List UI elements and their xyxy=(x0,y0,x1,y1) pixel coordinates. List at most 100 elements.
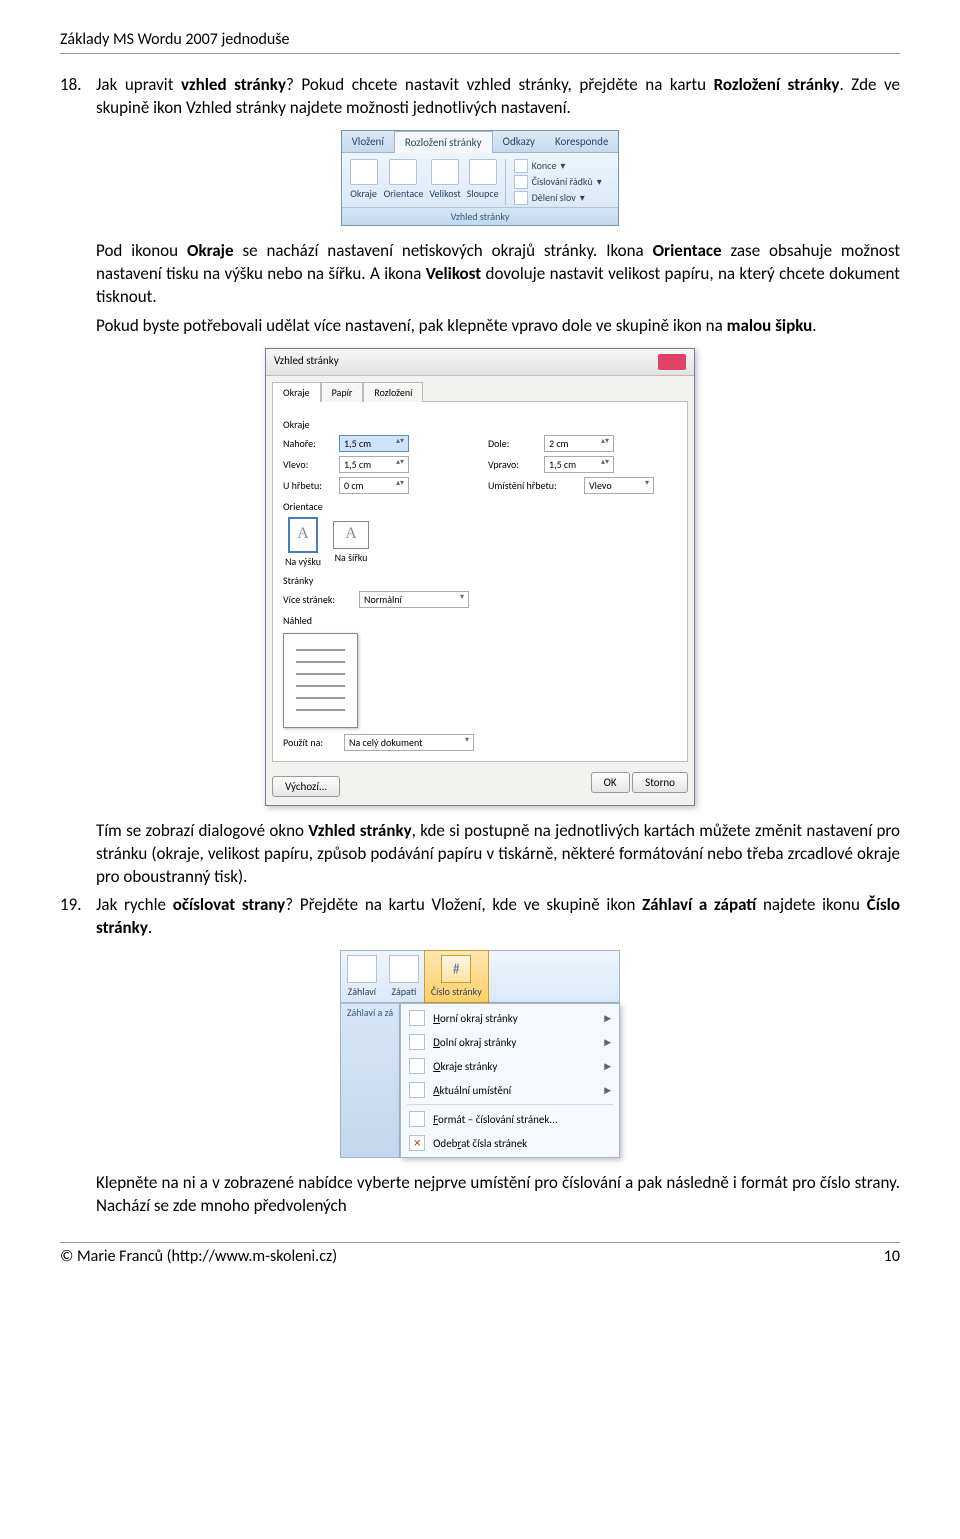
page-footer: © Marie Franců (http://www.m-skoleni.cz)… xyxy=(60,1242,900,1266)
apply-to-select[interactable]: Na celý dokument▾ xyxy=(344,734,474,751)
footer-page-number: 10 xyxy=(884,1247,900,1266)
page-icon xyxy=(409,1034,425,1050)
dialog-title: Vzhled stránky xyxy=(274,354,339,370)
dialog-titlebar: Vzhled stránky xyxy=(266,349,694,376)
field-label: Dole: xyxy=(488,437,538,450)
field-label: Použít na: xyxy=(283,736,338,749)
field-label: Vlevo: xyxy=(283,458,333,471)
item-number: 19. xyxy=(60,894,96,940)
page-number-menu: Horní okraj stránky ▶ Dolní okraj stránky ▶… xyxy=(400,1003,620,1158)
menu-item-label: Okraje stránky xyxy=(433,1060,497,1073)
menu-item[interactable]: Dolní okraj stránky ▶ xyxy=(403,1030,617,1054)
dialog-tab-margins[interactable]: Okraje xyxy=(272,382,321,402)
list-item-18: 18. Jak upravit vzhled stránky? Pokud ch… xyxy=(60,74,900,120)
top-margin-input[interactable]: 1,5 cm▴▾ xyxy=(339,435,409,452)
group-label: Stránky xyxy=(283,574,677,587)
page-number-icon xyxy=(441,955,471,983)
default-button[interactable]: Výchozí... xyxy=(272,776,340,797)
menu-item-label: Dolní okraj stránky xyxy=(433,1036,516,1049)
list-item-19: 19. Jak rychle očíslovat strany? Přejdět… xyxy=(60,894,900,940)
ribbon-button-page-number[interactable]: Číslo stránky xyxy=(424,950,489,1003)
gutter-input[interactable]: 0 cm▴▾ xyxy=(339,477,409,494)
margins-icon xyxy=(350,159,378,185)
field-label: Více stránek: xyxy=(283,593,353,606)
left-margin-input[interactable]: 1,5 cm▴▾ xyxy=(339,456,409,473)
columns-icon xyxy=(469,159,497,185)
ribbon-button-columns[interactable]: Sloupce xyxy=(467,159,499,205)
header-footer-ribbon: Záhlaví Zápatí Číslo stránky xyxy=(340,950,620,1003)
menu-item[interactable]: Aktuální umístění▶ xyxy=(403,1078,617,1102)
ribbon-button-margins[interactable]: Okraje xyxy=(350,159,378,205)
ribbon-tab[interactable]: Koresponde xyxy=(545,131,618,152)
paragraph: Pokud byste potřebovali udělat více nast… xyxy=(96,315,900,338)
orientation-portrait[interactable]: ANa výšku xyxy=(283,517,323,568)
ribbon-button-size[interactable]: Velikost xyxy=(429,159,460,205)
doc-title: Základy MS Wordu 2007 jednoduše xyxy=(60,30,290,49)
right-margin-input[interactable]: 1,5 cm▴▾ xyxy=(544,456,614,473)
bottom-margin-input[interactable]: 2 cm▴▾ xyxy=(544,435,614,452)
ribbon-button-breaks[interactable]: Konce ▾ xyxy=(514,159,602,173)
cancel-button[interactable]: Storno xyxy=(632,772,688,793)
close-icon[interactable] xyxy=(658,354,686,370)
item-text: Jak upravit vzhled stránky? Pokud chcete… xyxy=(96,74,900,120)
orientation-landscape[interactable]: ANa šířku xyxy=(331,517,371,568)
paragraph: Pod ikonou Okraje se nachází nastavení n… xyxy=(96,240,900,309)
paragraph: Tím se zobrazí dialogové okno Vzhled str… xyxy=(96,820,900,889)
paragraph: Klepněte na ni a v zobrazené nabídce vyb… xyxy=(96,1172,900,1218)
menu-item[interactable]: Horní okraj stránky ▶ xyxy=(403,1006,617,1030)
ribbon-button-orientation[interactable]: Orientace xyxy=(384,159,424,205)
figure-ribbon: Vložení Rozložení stránky Odkazy Korespo… xyxy=(60,130,900,226)
ribbon-tab[interactable]: Odkazy xyxy=(493,131,545,152)
page-icon xyxy=(409,1082,425,1098)
dialog-tab-paper[interactable]: Papír xyxy=(321,382,364,402)
item-text: Jak rychle očíslovat strany? Přejděte na… xyxy=(96,894,900,940)
item-number: 18. xyxy=(60,74,96,120)
footer-icon xyxy=(389,955,419,983)
ribbon-tab-active[interactable]: Rozložení stránky xyxy=(394,131,493,153)
ribbon-group-label: Záhlaví a zá xyxy=(340,1003,400,1158)
menu-separator xyxy=(407,1104,613,1105)
chevron-down-icon[interactable]: ▾ xyxy=(645,479,649,492)
spinner-icon[interactable]: ▴▾ xyxy=(601,437,609,450)
chevron-down-icon: ▾ xyxy=(597,175,602,188)
menu-item[interactable]: Odebrat čísla stránek xyxy=(403,1131,617,1155)
ribbon-button-hyphenation[interactable]: Dělení slov ▾ xyxy=(514,191,602,205)
hyphenation-icon xyxy=(514,191,528,205)
spinner-icon[interactable]: ▴▾ xyxy=(396,458,404,471)
orientation-icon xyxy=(389,159,417,185)
submenu-arrow-icon: ▶ xyxy=(604,1037,611,1048)
figure-header-footer: Záhlaví Zápatí Číslo stránky Záhlaví a z… xyxy=(60,950,900,1158)
multiple-pages-select[interactable]: Normální▾ xyxy=(359,591,469,608)
header-icon xyxy=(347,955,377,983)
menu-item-label: Horní okraj stránky xyxy=(433,1012,518,1025)
group-label: Orientace xyxy=(283,500,677,513)
field-label: Nahoře: xyxy=(283,437,333,450)
menu-item[interactable]: Formát – číslování stránek... xyxy=(403,1107,617,1131)
chevron-down-icon[interactable]: ▾ xyxy=(460,593,464,606)
menu-item[interactable]: Okraje stránky▶ xyxy=(403,1054,617,1078)
dialog-tab-layout[interactable]: Rozložení xyxy=(363,382,423,402)
ribbon-button-footer[interactable]: Zápatí xyxy=(383,951,425,1002)
ribbon-group-label: Vzhled stránky xyxy=(342,207,619,225)
submenu-arrow-icon: ▶ xyxy=(604,1085,611,1096)
ribbon-tab[interactable]: Vložení xyxy=(342,131,394,152)
dialog-tabs: Okraje Papír Rozložení xyxy=(266,376,694,402)
spinner-icon[interactable]: ▴▾ xyxy=(396,437,404,450)
group-label: Náhled xyxy=(283,614,677,627)
submenu-arrow-icon: ▶ xyxy=(604,1013,611,1024)
chevron-down-icon: ▾ xyxy=(580,191,585,204)
field-label: Vpravo: xyxy=(488,458,538,471)
delete-icon xyxy=(409,1135,425,1151)
spinner-icon[interactable]: ▴▾ xyxy=(396,479,404,492)
ribbon-button-header[interactable]: Záhlaví xyxy=(341,951,383,1002)
ribbon-button-line-numbers[interactable]: Číslování řádků ▾ xyxy=(514,175,602,189)
page-header: Základy MS Wordu 2007 jednoduše xyxy=(60,30,900,54)
ribbon: Vložení Rozložení stránky Odkazy Korespo… xyxy=(341,130,620,226)
page-icon xyxy=(409,1010,425,1026)
field-label: U hřbetu: xyxy=(283,479,333,492)
gutter-position-select[interactable]: Vlevo▾ xyxy=(584,477,654,494)
ok-button[interactable]: OK xyxy=(591,772,630,793)
spinner-icon[interactable]: ▴▾ xyxy=(601,458,609,471)
breaks-icon xyxy=(514,159,528,173)
chevron-down-icon[interactable]: ▾ xyxy=(465,736,469,749)
